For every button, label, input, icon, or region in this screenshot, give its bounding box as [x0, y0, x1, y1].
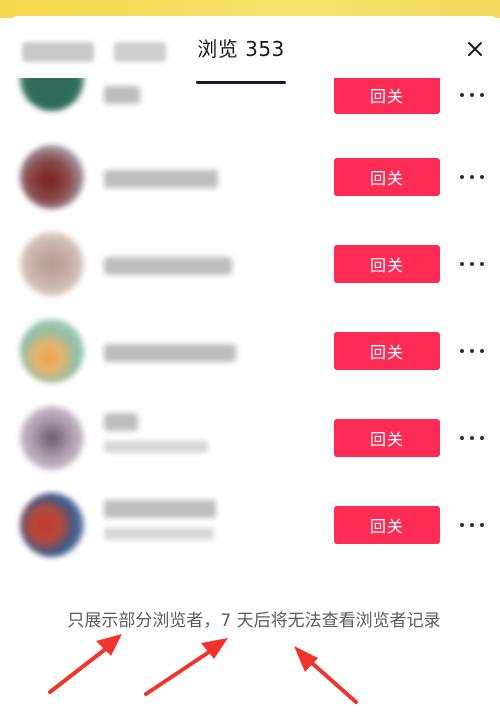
- user-subtitle-blurred: [104, 441, 208, 453]
- avatar[interactable]: [20, 319, 84, 383]
- sheet-header: 浏览 353: [8, 16, 500, 84]
- tab-blurred-2[interactable]: [114, 42, 166, 62]
- list-item[interactable]: 回关: [8, 488, 500, 562]
- username-blurred[interactable]: [104, 500, 216, 518]
- list-item[interactable]: 回关: [8, 314, 500, 388]
- list-item[interactable]: 回关: [8, 401, 500, 475]
- username-blurred[interactable]: [104, 257, 232, 275]
- tab-views-label: 浏览 353: [197, 37, 285, 61]
- follow-back-button[interactable]: 回关: [334, 245, 440, 283]
- tab-views[interactable]: 浏览 353: [194, 34, 288, 84]
- follow-back-button[interactable]: 回关: [334, 506, 440, 544]
- more-dots-icon[interactable]: [460, 521, 484, 529]
- username-blurred[interactable]: [104, 170, 218, 188]
- viewer-record-notice: 只展示部分浏览者，7 天后将无法查看浏览者记录: [67, 611, 441, 631]
- username-blurred[interactable]: [104, 344, 236, 362]
- avatar[interactable]: [20, 232, 84, 296]
- list-item[interactable]: 回关: [8, 78, 500, 116]
- close-icon[interactable]: [464, 38, 486, 60]
- viewer-list[interactable]: 回关 回关 回关 回关 回关 回关: [8, 78, 500, 578]
- list-item[interactable]: 回关: [8, 140, 500, 214]
- avatar[interactable]: [20, 493, 84, 557]
- username-blurred[interactable]: [104, 413, 138, 431]
- avatar[interactable]: [20, 78, 84, 111]
- tab-blurred-1[interactable]: [22, 42, 94, 62]
- viewers-sheet: 浏览 353 回关 回关 回关 回关 回关 回关 只展示部分浏览者，7 天后将无…: [8, 16, 500, 716]
- more-dots-icon[interactable]: [460, 91, 484, 99]
- username-blurred[interactable]: [104, 86, 140, 104]
- more-dots-icon[interactable]: [460, 347, 484, 355]
- more-dots-icon[interactable]: [460, 260, 484, 268]
- more-dots-icon[interactable]: [460, 434, 484, 442]
- avatar[interactable]: [20, 406, 84, 470]
- more-dots-icon[interactable]: [460, 173, 484, 181]
- avatar[interactable]: [20, 145, 84, 209]
- list-item[interactable]: 回关: [8, 227, 500, 301]
- follow-back-button[interactable]: 回关: [334, 419, 440, 457]
- follow-back-button[interactable]: 回关: [334, 158, 440, 196]
- follow-back-button[interactable]: 回关: [334, 78, 440, 114]
- user-subtitle-blurred: [104, 528, 214, 540]
- follow-back-button[interactable]: 回关: [334, 332, 440, 370]
